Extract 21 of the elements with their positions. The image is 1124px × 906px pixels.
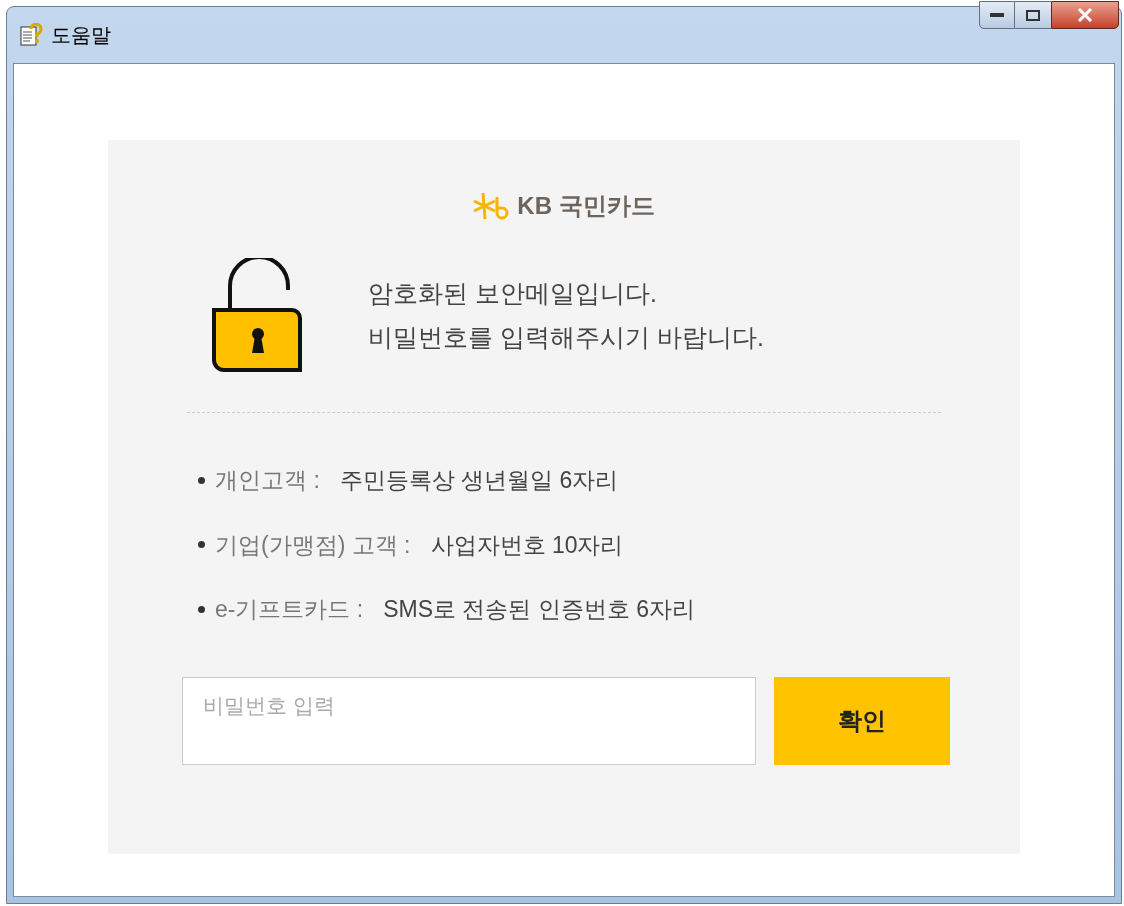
window-title: 도움말 — [51, 23, 111, 48]
bullet-icon — [198, 476, 205, 484]
bullet-icon — [198, 605, 205, 613]
close-button[interactable] — [1051, 1, 1119, 29]
help-icon — [19, 23, 43, 47]
minimize-button[interactable] — [979, 1, 1015, 29]
bullet-icon — [198, 541, 205, 549]
close-icon — [1077, 8, 1093, 22]
message-text: 암호화된 보안메일입니다. 비밀번호를 입력해주시기 바랍니다. — [368, 278, 764, 353]
brand-logo: KB 국민카드 — [517, 191, 655, 221]
info-value: 주민등록상 생년월일 6자리 — [339, 466, 619, 495]
info-value: SMS로 전송된 인증번호 6자리 — [383, 595, 696, 624]
info-value: 사업자번호 10자리 — [430, 530, 624, 560]
info-label: e-기프트카드 : — [215, 595, 364, 624]
star-logo-icon — [473, 191, 510, 221]
unlocked-padlock-icon — [212, 258, 304, 372]
password-field[interactable]: 비밀번호 입력 — [182, 676, 756, 765]
confirm-button[interactable]: 확인 — [774, 676, 950, 765]
maximize-button[interactable] — [1015, 1, 1051, 29]
info-label: 개인고객 : — [215, 466, 320, 495]
info-label: 기업(가맹점) 고객 : — [215, 530, 411, 560]
